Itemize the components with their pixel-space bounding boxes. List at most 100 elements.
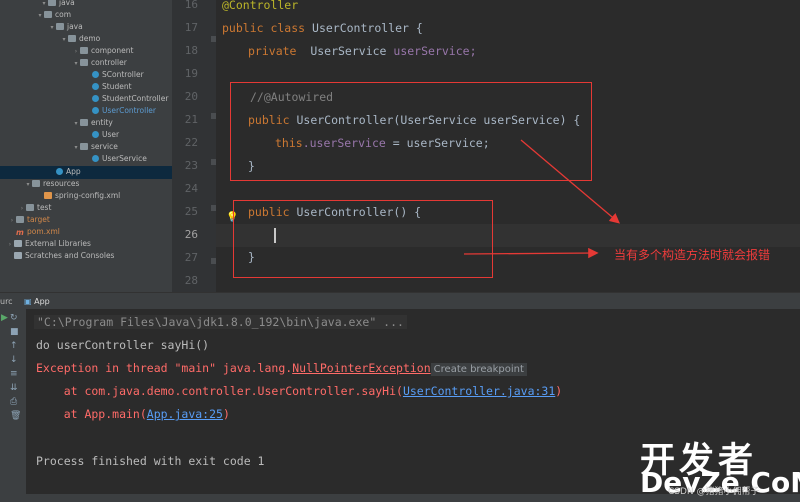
tree-item-label: test [37,203,52,212]
tree-item[interactable]: App [48,166,81,178]
tree-item[interactable]: › External Libraries [6,238,91,250]
class-icon [92,131,99,138]
tree-item-label: User [102,130,120,139]
class-icon [92,95,99,102]
watermark-csdn: CSDN @猪猪小佣帮子 [668,487,760,497]
tree-item-label: Scratches and Consoles [25,251,115,260]
line-number: 26 [184,228,198,241]
tree-item-label: java [67,22,83,31]
tree-item[interactable]: ▾ service [72,141,118,154]
tree-item-label: java [59,0,75,7]
tree-item-label: component [91,46,134,55]
stack-link-app[interactable]: App.java:25 [147,407,223,421]
tree-item-label: service [91,142,118,151]
tree-item[interactable]: ▾ resources [24,178,79,190]
tree-item[interactable]: › target [8,214,50,226]
folder-icon [26,204,34,211]
line-number: 27 [184,251,198,264]
xml-file-icon [44,192,52,199]
expand-arrow-icon[interactable]: ▾ [72,118,80,130]
expand-arrow-icon[interactable]: ▾ [36,10,44,22]
library-icon [14,240,22,247]
console-output-line: do userController sayHi() [36,338,210,352]
class-icon [92,71,99,78]
expand-arrow-icon[interactable]: ▾ [60,34,68,46]
tree-item-label: resources [43,179,80,188]
arrow-from-top-box [520,139,620,224]
package-icon [44,11,52,18]
project-tree: ▾ java ▾ com ▾ java ▾ demo › component ▾ controller… [0,0,172,292]
trash-icon[interactable]: 🗑 [10,411,21,421]
class-icon [92,155,99,162]
tree-item[interactable]: m pom.xml [8,226,60,238]
line-number: 18 [184,44,198,57]
tree-item-label: App [66,167,81,176]
line-number: 23 [184,159,198,172]
console-stack-line-1: at com.java.demo.controller.UserControll… [36,384,563,398]
line-number: 21 [184,113,198,126]
run-panel-header: urc ▣ App [0,292,800,310]
rerun-icon[interactable]: ↻ [10,313,18,323]
console-finish-line: Process finished with exit code 1 [36,454,265,468]
expand-arrow-icon[interactable]: ▾ [24,179,32,191]
package-icon [80,119,88,126]
class-icon [92,83,99,90]
tree-item[interactable]: UserService [84,153,147,165]
tree-item[interactable]: ▾ demo [60,33,100,45]
tree-item-label: External Libraries [25,239,91,248]
tree-item[interactable]: UserController [84,105,156,117]
exception-class-link[interactable]: NullPointerException [292,361,430,375]
tree-item[interactable]: ▾ com [36,9,71,21]
line-number: 17 [184,21,198,34]
console-stack-line-2: at App.main(App.java:25) [36,407,230,421]
tree-item-label: Student [102,82,132,91]
editor-gutter: 16 17 18 19 20 21 22 23 24 25 26 27 28 [172,0,216,292]
folder-icon [16,216,24,223]
tree-item-label: StudentController [102,94,169,103]
tree-item[interactable]: › test [18,202,52,214]
create-breakpoint-link[interactable]: Create breakpoint [430,363,527,376]
stack-link-usercontroller[interactable]: UserController.java:31 [403,384,555,398]
line-number: 25 [184,205,198,218]
run-tab-app[interactable]: ▣ App [18,295,56,308]
expand-arrow-icon[interactable]: ▾ [72,58,80,70]
tree-item-label: SController [102,70,144,79]
tree-item[interactable]: SController [84,69,144,81]
tree-item[interactable]: StudentController [84,93,168,105]
folder-icon [32,180,40,187]
package-icon [80,47,88,54]
package-icon [80,143,88,150]
line-number: 24 [184,182,198,195]
class-icon [92,107,99,114]
soft-wrap-icon[interactable]: ≡ [10,369,18,379]
run-config-icon: ▣ [24,297,35,306]
scroll-up-icon[interactable]: ↑ [10,341,18,351]
tree-item[interactable]: ▾ controller [72,57,126,70]
scroll-down-icon[interactable]: ↓ [10,355,18,365]
tree-item-label: spring-config.xml [55,191,121,200]
console-command-line: "C:\Program Files\Java\jdk1.8.0_192\bin\… [34,315,407,329]
tree-item[interactable]: ▾ java [48,21,83,34]
tree-item[interactable]: User [84,129,119,141]
line-number: 22 [184,136,198,149]
folder-icon [48,0,56,6]
tree-item-label: target [27,215,50,224]
tree-item-label: com [55,10,72,19]
run-icon[interactable]: ▶ [1,313,8,323]
stop-icon[interactable]: ■ [10,327,19,337]
print-icon[interactable]: ⎙ [10,397,17,407]
tree-item[interactable]: Student [84,81,132,93]
expand-arrow-icon[interactable]: ▾ [48,22,56,34]
tree-item[interactable]: Scratches and Consoles [6,250,114,262]
package-icon [56,23,64,30]
tree-item[interactable]: › component [72,45,134,57]
tree-item[interactable]: ▾ entity [72,117,113,130]
tree-item-label: UserController [102,106,156,115]
code-editor[interactable]: @Controller public class UserController … [216,0,800,292]
tree-item[interactable]: ▾ java [40,0,75,9]
tree-item-label: entity [91,118,113,127]
expand-arrow-icon[interactable]: ▾ [72,142,80,154]
package-icon [68,35,76,42]
scroll-to-end-icon[interactable]: ⇊ [10,383,18,393]
tree-item[interactable]: spring-config.xml [36,190,120,202]
